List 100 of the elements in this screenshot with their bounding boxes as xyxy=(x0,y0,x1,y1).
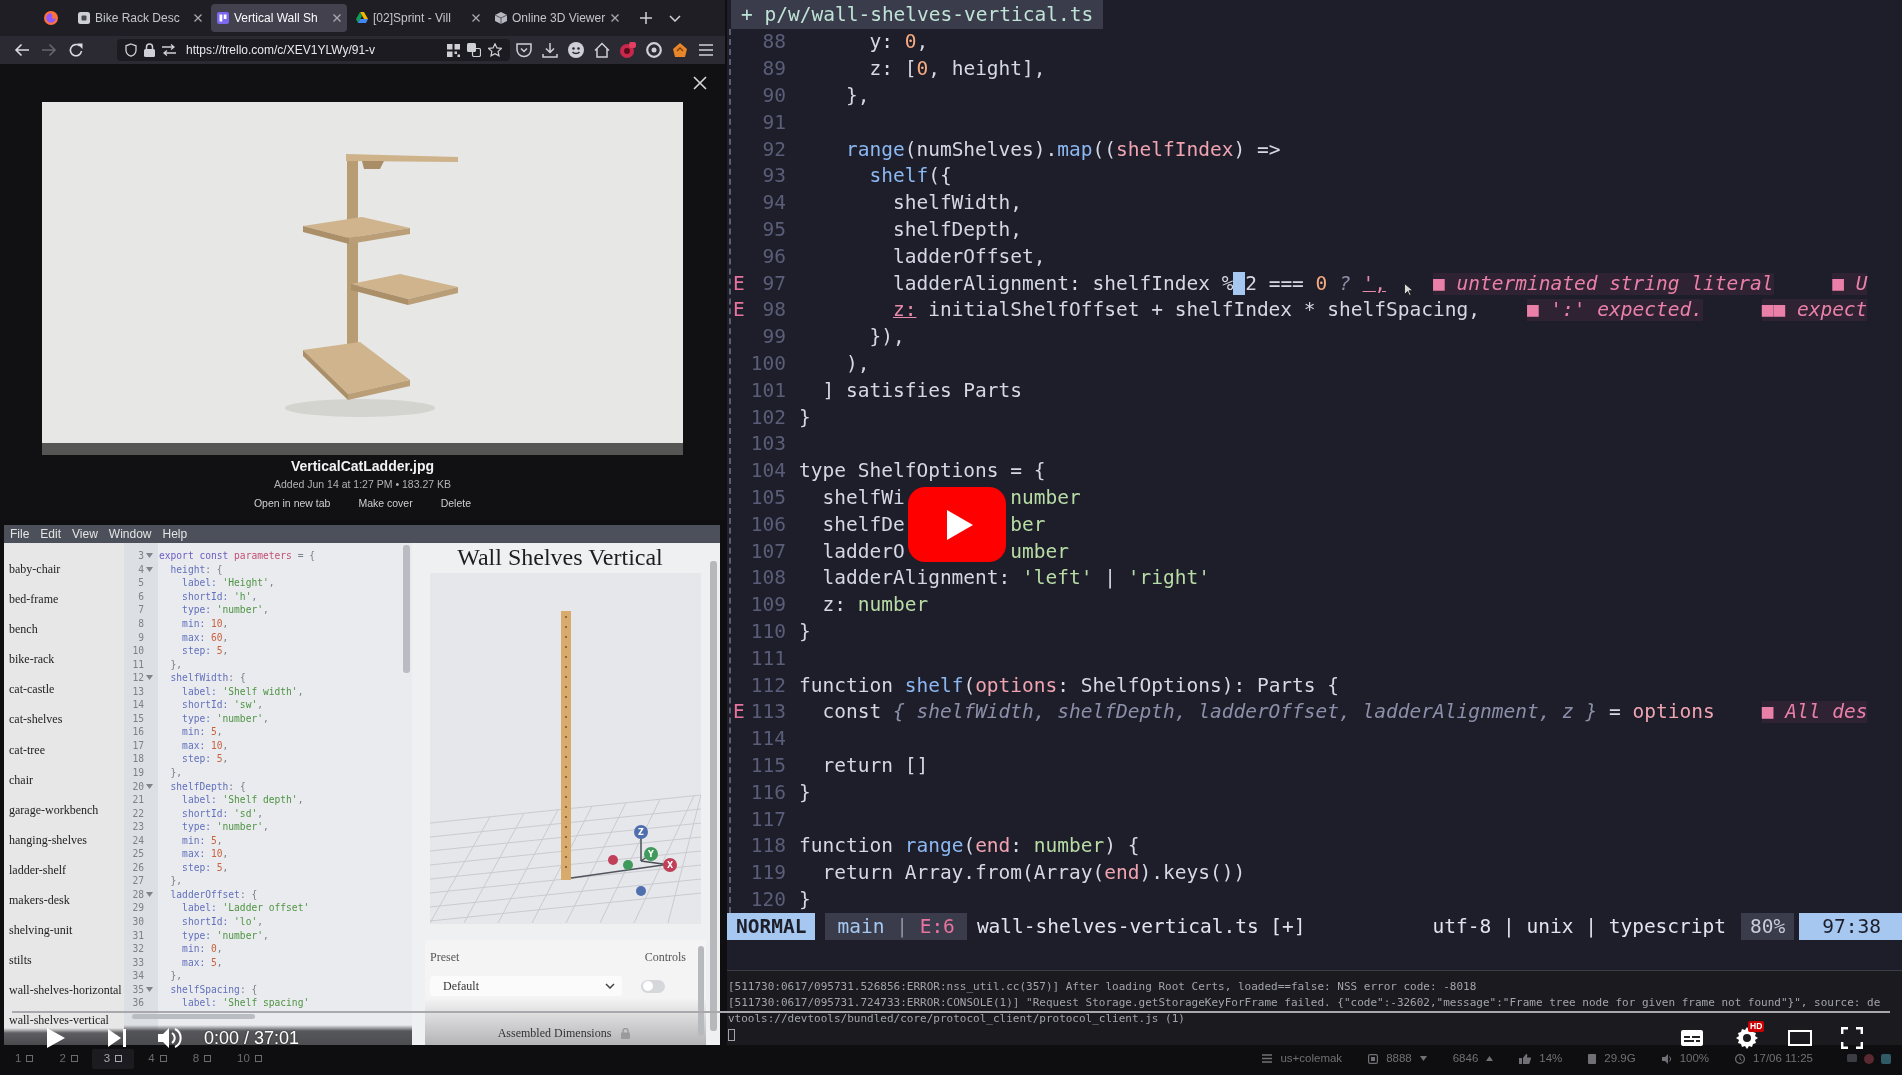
sidebar-item[interactable]: ladder-shelf xyxy=(9,862,124,878)
menu-item[interactable]: Help xyxy=(162,527,188,541)
overlapping-squares-icon[interactable] xyxy=(467,43,481,57)
buffer-tab[interactable]: + p/w/wall-shelves-vertical.ts xyxy=(731,0,1104,29)
workspace-button[interactable]: 8 xyxy=(180,1048,224,1069)
line-number: 8 xyxy=(137,618,144,629)
action-link[interactable]: Delete xyxy=(440,497,472,510)
workspace-button[interactable]: 4 xyxy=(136,1048,179,1069)
chevron-shield-icon[interactable] xyxy=(516,42,532,58)
axis-handle[interactable] xyxy=(644,847,658,861)
sidebar-item[interactable]: wall-shelves-vertical xyxy=(9,1013,124,1029)
sidebar-item[interactable]: shelving-unit xyxy=(9,923,124,939)
sidebar-item[interactable]: makers-desk xyxy=(9,893,124,909)
workspace-button[interactable]: 2 xyxy=(47,1048,90,1069)
sidebar-item[interactable]: baby-chair xyxy=(9,562,124,577)
reload-icon[interactable] xyxy=(68,42,84,58)
sidebar-item[interactable]: bench xyxy=(9,622,124,638)
scrollbar-thumb[interactable] xyxy=(403,545,410,673)
scrollbar-thumb[interactable] xyxy=(698,946,704,1036)
fold-caret-icon[interactable] xyxy=(146,553,153,559)
close-icon[interactable] xyxy=(611,14,619,22)
back-icon[interactable] xyxy=(14,42,30,58)
badge-circle-icon[interactable] xyxy=(620,42,636,58)
scrollbar-thumb[interactable] xyxy=(710,561,717,1031)
volume-icon[interactable] xyxy=(158,1028,182,1048)
close-icon[interactable] xyxy=(472,14,480,22)
star-icon[interactable] xyxy=(488,43,502,57)
tray-icon[interactable] xyxy=(1881,1053,1891,1064)
play-icon[interactable] xyxy=(47,1028,65,1048)
house-icon[interactable] xyxy=(594,42,610,58)
shield-icon[interactable] xyxy=(125,43,137,57)
sidebar-item[interactable]: cat-tree xyxy=(9,742,124,758)
fullscreen-icon[interactable] xyxy=(1841,1027,1863,1049)
wide-screen-icon[interactable] xyxy=(1788,1030,1812,1046)
settings-icon[interactable] xyxy=(1736,1027,1758,1049)
progress-track[interactable] xyxy=(12,1010,1890,1013)
smiley-icon[interactable] xyxy=(568,42,584,58)
browser-icon[interactable] xyxy=(44,11,58,25)
browser-tab[interactable]: Bike Rack Desc xyxy=(72,4,208,32)
error-message: ■■ expect xyxy=(1761,299,1868,322)
browser-tab[interactable]: [02]Sprint - Vill xyxy=(350,4,486,32)
sidebar-item[interactable]: garage-workbench xyxy=(9,802,124,818)
axis-dot-icon[interactable] xyxy=(636,886,646,896)
close-icon[interactable] xyxy=(194,14,202,22)
fold-caret-icon[interactable] xyxy=(146,986,153,992)
sidebar-item[interactable]: bed-frame xyxy=(9,592,124,608)
axis-handle[interactable] xyxy=(634,825,648,839)
workspace-button[interactable]: 3 xyxy=(91,1048,135,1069)
action-link[interactable]: Open in new tab xyxy=(253,497,331,510)
download-icon[interactable] xyxy=(542,42,558,58)
sidebar-item[interactable]: cat-shelves xyxy=(9,712,124,728)
menu-item[interactable]: File xyxy=(10,527,30,541)
menu-item[interactable]: View xyxy=(72,527,98,541)
browser-tab[interactable]: Vertical Wall Sh xyxy=(211,4,347,32)
mode-indicator: NORMAL xyxy=(727,913,816,941)
workspace-button[interactable]: 10 xyxy=(225,1048,274,1069)
axis-label: X xyxy=(666,861,674,870)
preset-select[interactable]: Default xyxy=(430,976,622,996)
code-line: } xyxy=(799,620,811,643)
sidebar-item[interactable]: cat-castle xyxy=(9,682,124,698)
fold-caret-icon[interactable] xyxy=(146,675,153,681)
sidebar-item[interactable]: hanging-shelves xyxy=(9,832,124,848)
close-icon[interactable] xyxy=(693,76,707,90)
line-number: 36 xyxy=(131,997,144,1009)
ring-icon[interactable] xyxy=(646,42,662,58)
sidebar-item[interactable]: wall-shelves-horizontal xyxy=(9,983,124,999)
fold-caret-icon[interactable] xyxy=(146,783,153,789)
scrollbar-thumb[interactable] xyxy=(132,1013,255,1019)
axis-dot-icon[interactable] xyxy=(608,855,618,865)
swap-arrows-icon[interactable] xyxy=(162,44,176,56)
cube-icon xyxy=(495,12,507,24)
menu-item[interactable]: Edit xyxy=(40,527,62,541)
grid-icon[interactable] xyxy=(447,43,460,57)
next-icon[interactable] xyxy=(108,1029,126,1047)
menu-item[interactable]: Window xyxy=(108,527,152,541)
line-number: 99 xyxy=(761,326,786,349)
chevron-down-icon[interactable] xyxy=(669,14,681,22)
sidebar-item[interactable]: stilts xyxy=(9,953,124,969)
workspace-button[interactable]: 1 xyxy=(3,1048,46,1069)
menu-icon[interactable] xyxy=(698,42,714,58)
fold-caret-icon[interactable] xyxy=(146,891,153,897)
line-number: 16 xyxy=(131,726,144,738)
axis-dot-icon[interactable] xyxy=(623,860,633,870)
lock-icon[interactable] xyxy=(144,43,155,57)
code-line: label: 'Height', xyxy=(181,577,275,589)
fold-caret-icon[interactable] xyxy=(146,566,153,572)
play-button[interactable] xyxy=(908,487,1006,562)
code-line: }), xyxy=(868,326,905,349)
line-number: 5 xyxy=(137,577,144,589)
browser-tab[interactable]: Online 3D Viewer xyxy=(489,4,625,32)
action-link[interactable]: Make cover xyxy=(358,497,413,510)
toggle-switch[interactable] xyxy=(641,979,665,993)
sidebar-item[interactable]: bike-rack xyxy=(9,652,124,668)
pentagon-icon[interactable] xyxy=(672,42,688,58)
subtitles-icon[interactable] xyxy=(1680,1029,1704,1047)
error-message: ■ ':' expected. xyxy=(1526,299,1703,322)
address-field[interactable]: https://trello.com/c/XEV1YLWy/91-v xyxy=(117,39,510,61)
line-number: 108 xyxy=(749,567,786,590)
sidebar-item[interactable]: chair xyxy=(9,772,124,788)
plus-icon[interactable] xyxy=(640,12,652,24)
